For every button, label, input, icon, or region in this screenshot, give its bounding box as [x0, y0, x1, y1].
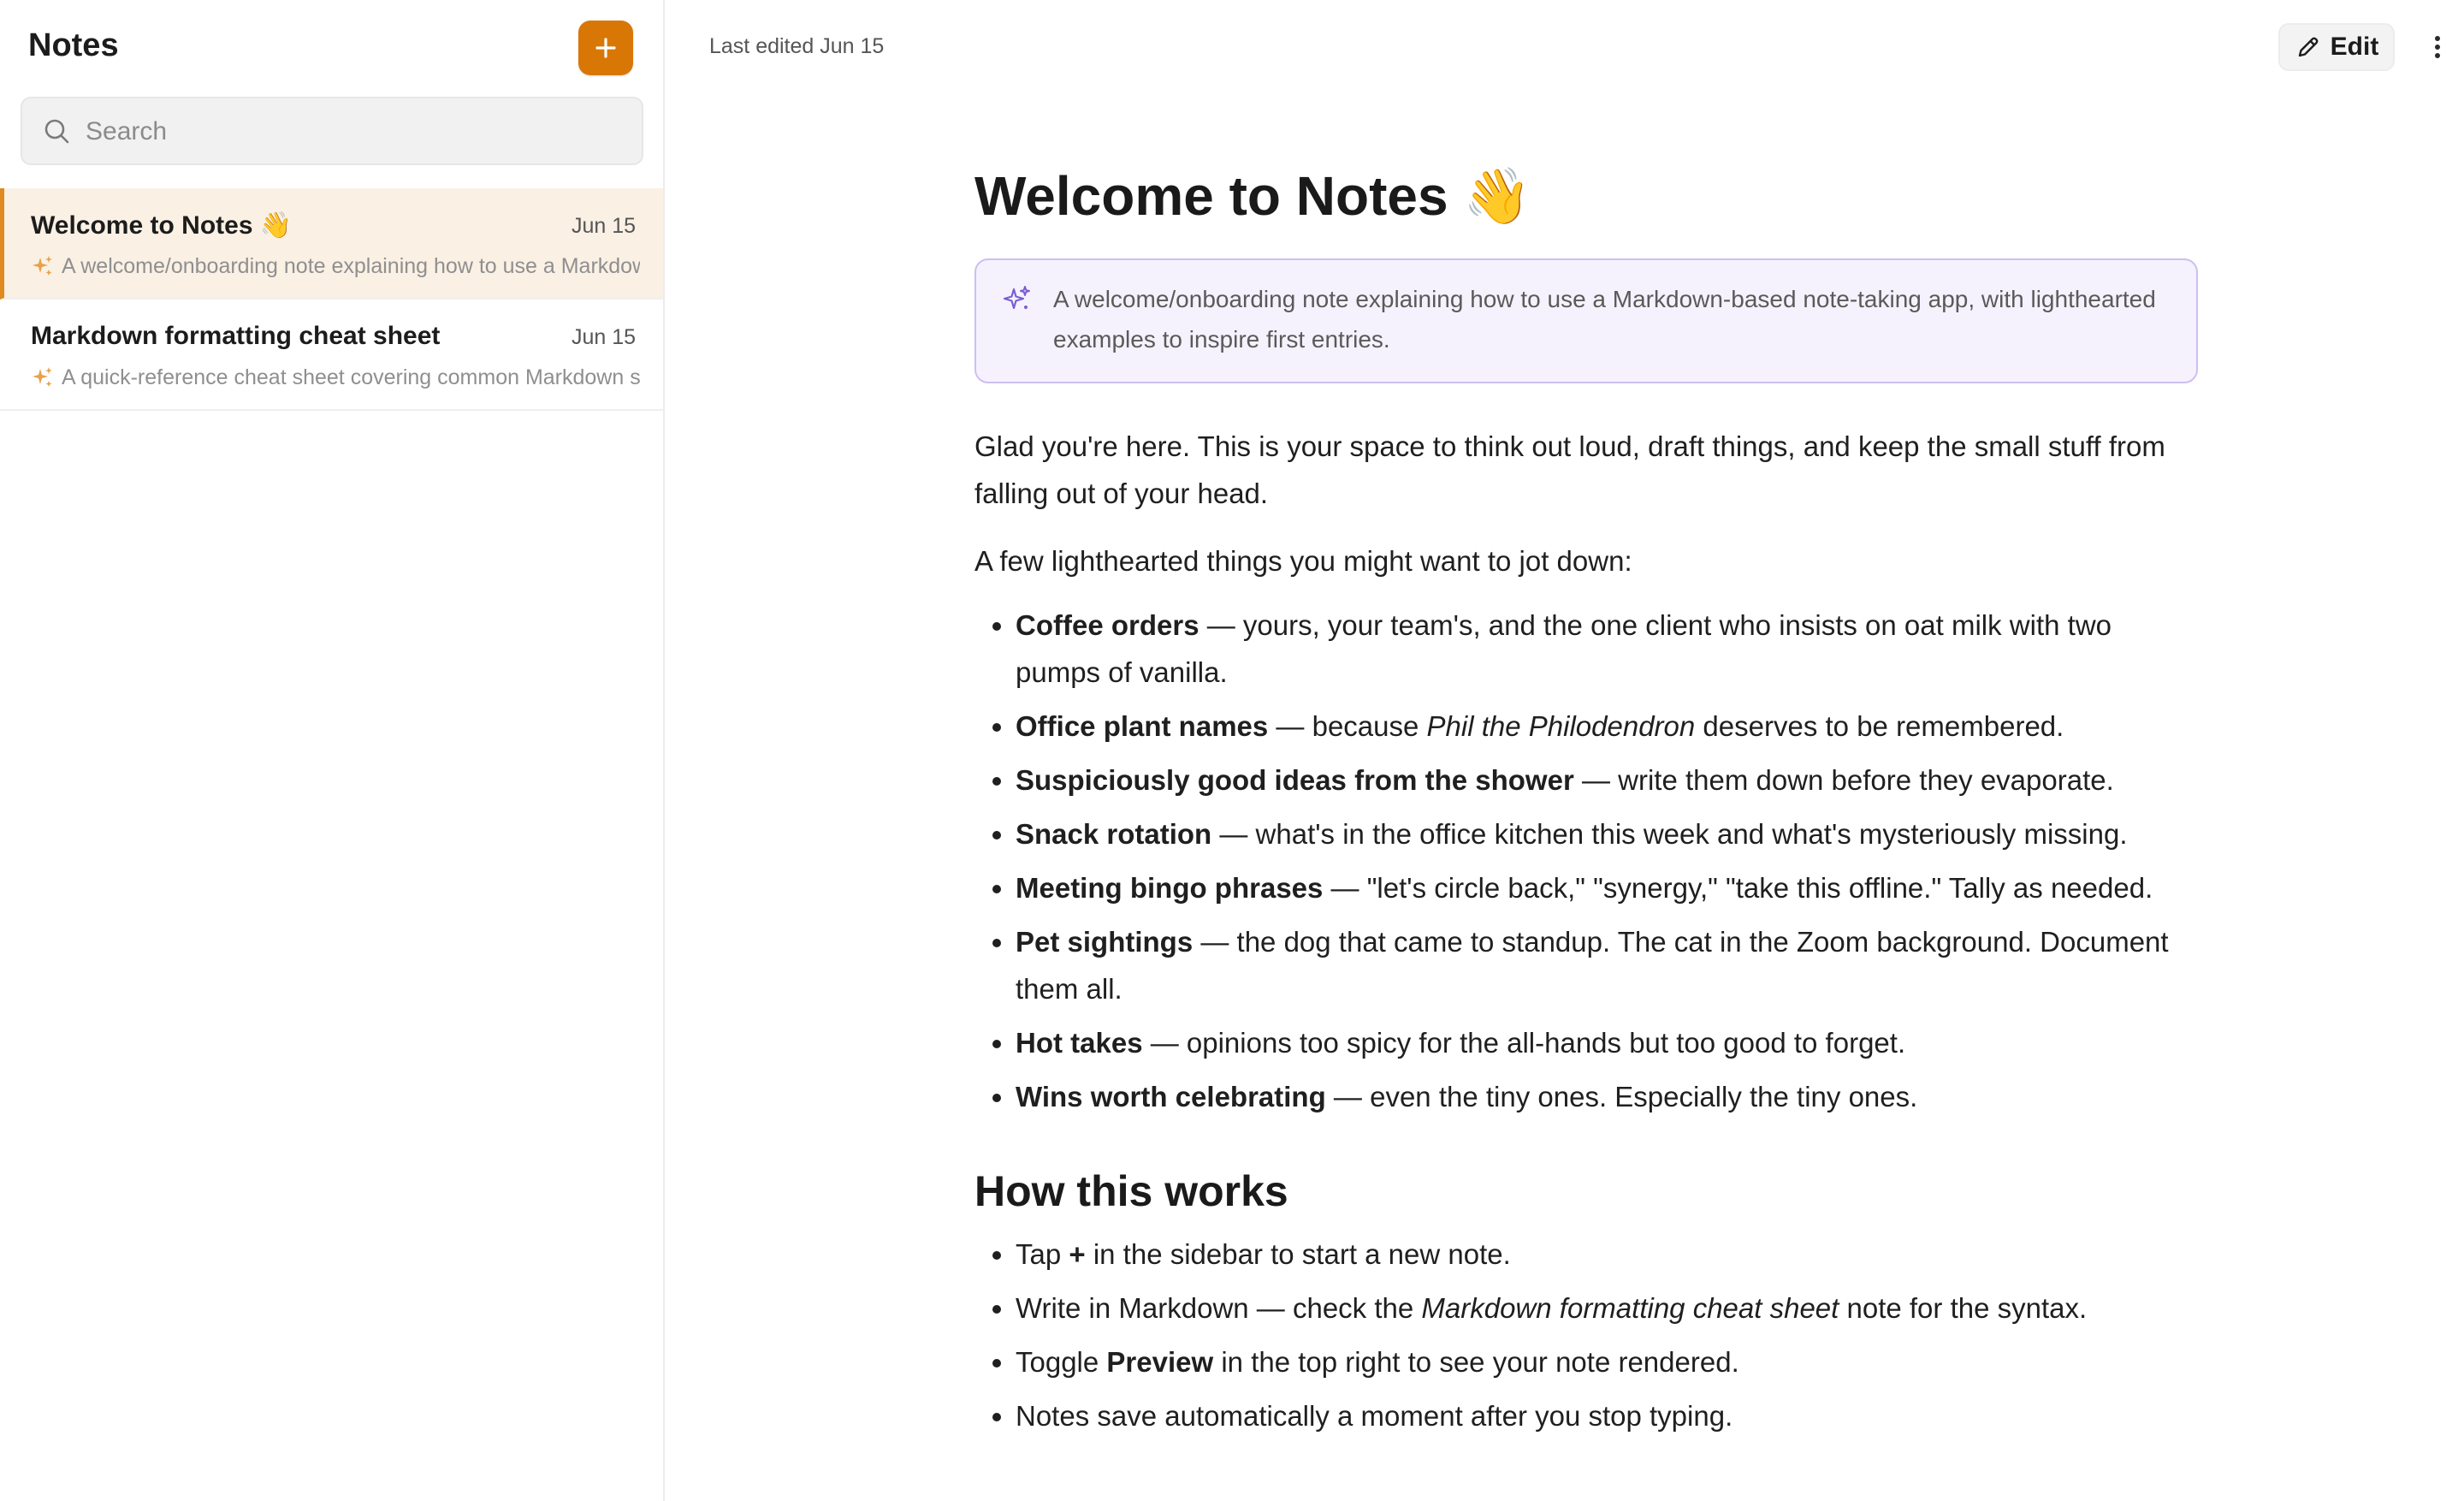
item-italic: Phil the Philodendron: [1426, 710, 1696, 742]
note-item-summary: A quick-reference cheat sheet covering c…: [31, 363, 640, 392]
item-text: deserves to be remembered.: [1695, 710, 2064, 742]
note-title: Welcome to Notes 👋: [974, 165, 1532, 227]
note-item-summary-text: A welcome/onboarding note explaining how…: [62, 253, 640, 278]
how-list: Tap + in the sidebar to start a new note…: [974, 1231, 2198, 1439]
sidebar-title: Notes: [28, 27, 119, 63]
list-item: Wins worth celebrating — even the tiny o…: [1016, 1073, 2198, 1120]
item-text: in the sidebar to start a new note.: [1085, 1238, 1511, 1270]
note-item-title: Markdown formatting cheat sheet: [31, 322, 441, 350]
item-text: note for the syntax.: [1839, 1292, 2088, 1324]
item-bold: Preview: [1106, 1346, 1214, 1378]
item-text: — opinions too spicy for the all-hands b…: [1142, 1027, 1906, 1059]
edit-button[interactable]: Edit: [2278, 23, 2395, 71]
item-text: — "let's circle back," "synergy," "take …: [1323, 872, 2153, 904]
item-text: — even the tiny ones. Especially the tin…: [1325, 1081, 1918, 1112]
list-item: Coffee orders — yours, your team's, and …: [1016, 602, 2198, 696]
list-item[interactable]: Markdown formatting cheat sheet Jun 15 A…: [0, 300, 663, 411]
ai-summary-box: A welcome/onboarding note explaining how…: [974, 258, 2198, 383]
list-item: Office plant names — because Phil the Ph…: [1016, 703, 2198, 750]
more-vertical-icon: [2435, 36, 2440, 58]
item-text: Notes save automatically a moment after …: [1016, 1400, 1733, 1432]
item-text: in the top right to see your note render…: [1213, 1346, 1739, 1378]
list-item: Notes save automatically a moment after …: [1016, 1392, 2198, 1439]
section-heading: How this works: [974, 1167, 1288, 1215]
pencil-icon: [2298, 37, 2319, 57]
item-text: Toggle: [1016, 1346, 1107, 1378]
list-intro-paragraph: A few lighthearted things you might want…: [974, 545, 1632, 577]
note-item-summary: A welcome/onboarding note explaining how…: [31, 252, 640, 281]
note-item-title: Welcome to Notes 👋: [31, 211, 293, 240]
sparkle-icon: [1003, 286, 1030, 310]
sparkle-icon: [33, 256, 52, 276]
ai-summary-text: A welcome/onboarding note explaining how…: [1053, 286, 2156, 353]
item-bold: Wins worth celebrating: [1016, 1081, 1326, 1112]
item-bold: +: [1069, 1238, 1086, 1270]
note-list: Welcome to Notes 👋 Jun 15 A welcome/onbo…: [0, 188, 663, 411]
item-text: Tap: [1016, 1238, 1069, 1270]
list-item: Snack rotation — what's in the office ki…: [1016, 810, 2198, 857]
list-item: Meeting bingo phrases — "let's circle ba…: [1016, 864, 2198, 911]
sidebar: Notes Welcome to Notes 👋 Jun 15: [0, 0, 665, 1501]
item-bold: Office plant names: [1016, 710, 1269, 742]
item-bold: Suspiciously good ideas from the shower: [1016, 764, 1574, 796]
item-text: Write in Markdown — check the: [1016, 1292, 1422, 1324]
search-icon: [44, 119, 69, 144]
edit-button-label: Edit: [2330, 33, 2379, 61]
list-item: Hot takes — opinions too spicy for the a…: [1016, 1019, 2198, 1066]
item-bold: Hot takes: [1016, 1027, 1143, 1059]
sparkle-icon: [33, 367, 52, 387]
ideas-list: Coffee orders — yours, your team's, and …: [974, 602, 2198, 1120]
note-item-date: Jun 15: [571, 214, 636, 238]
item-bold: Snack rotation: [1016, 818, 1212, 850]
more-options-button[interactable]: [2419, 23, 2456, 71]
list-item: Write in Markdown — check the Markdown f…: [1016, 1284, 2198, 1332]
note-content: Welcome to Notes 👋 A welcome/onboarding …: [974, 154, 2198, 1446]
note-item-date: Jun 15: [571, 325, 636, 349]
note-item-summary-text: A quick-reference cheat sheet covering c…: [62, 365, 640, 389]
notes-app: Notes Welcome to Notes 👋 Jun 15: [0, 0, 2464, 1501]
item-text: — write them down before they evaporate.: [1573, 764, 2114, 796]
search-input[interactable]: [84, 98, 618, 165]
list-item[interactable]: Welcome to Notes 👋 Jun 15 A welcome/onbo…: [0, 188, 663, 300]
list-item: Pet sightings — the dog that came to sta…: [1016, 918, 2198, 1012]
sidebar-header: Notes: [28, 19, 635, 77]
item-italic: Markdown formatting cheat sheet: [1421, 1292, 1839, 1324]
item-bold: Pet sightings: [1016, 926, 1194, 958]
plus-icon: [593, 35, 619, 61]
item-bold: Coffee orders: [1016, 609, 1199, 641]
item-bold: Meeting bingo phrases: [1016, 872, 1324, 904]
note-body: Glad you're here. This is your space to …: [974, 423, 2198, 1439]
list-item: Tap + in the sidebar to start a new note…: [1016, 1231, 2198, 1278]
intro-paragraph: Glad you're here. This is your space to …: [974, 430, 2165, 509]
search-box: [21, 97, 643, 165]
list-item: Suspiciously good ideas from the shower …: [1016, 756, 2198, 804]
item-text: — because: [1268, 710, 1427, 742]
last-edited-label: Last edited Jun 15: [709, 34, 885, 58]
note-view: Last edited Jun 15 Edit Welcome to Notes…: [665, 0, 2464, 1501]
new-note-button[interactable]: [578, 21, 633, 75]
list-item: Toggle Preview in the top right to see y…: [1016, 1338, 2198, 1385]
item-text: — what's in the office kitchen this week…: [1211, 818, 2128, 850]
